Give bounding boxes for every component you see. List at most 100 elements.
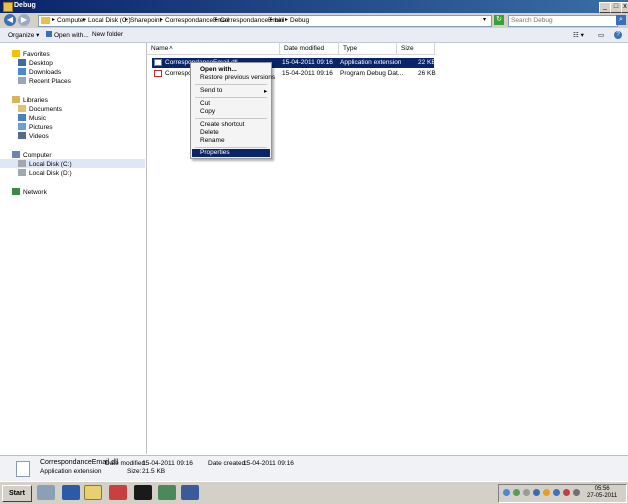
open-with-icon xyxy=(46,31,52,37)
column-size-label: Size xyxy=(401,45,414,52)
menu-item-open-with[interactable]: Open with... xyxy=(192,66,270,74)
menu-item-cut[interactable]: Cut xyxy=(192,100,270,108)
tray-icon[interactable] xyxy=(563,489,570,496)
tray-icon[interactable] xyxy=(503,489,510,496)
details-size-label: Size: xyxy=(127,468,142,475)
documents-icon xyxy=(18,105,26,112)
nav-libraries[interactable]: Libraries xyxy=(12,96,48,104)
search-box[interactable] xyxy=(508,15,618,27)
file-thumbnail-icon xyxy=(16,461,30,477)
dropdown-arrow-icon[interactable]: ▾ xyxy=(483,16,486,23)
folder-icon xyxy=(3,2,13,12)
column-type-label: Type xyxy=(343,45,358,52)
chevron-right-icon: ▸ xyxy=(270,17,274,23)
nav-pictures[interactable]: Pictures xyxy=(18,123,52,131)
file-date: 15-04-2011 09:16 xyxy=(282,59,333,66)
downloads-icon xyxy=(18,68,26,75)
column-header-size[interactable]: Size xyxy=(397,43,435,55)
title-bar: Debug _ □ x xyxy=(0,0,628,13)
menu-item-restore-previous-versions[interactable]: Restore previous versions xyxy=(192,74,275,82)
menu-item-delete[interactable]: Delete xyxy=(192,129,270,137)
chevron-right-icon: ▸ xyxy=(215,17,219,23)
nav-computer[interactable]: Computer xyxy=(12,151,52,159)
nav-favorites[interactable]: Favorites xyxy=(12,50,50,58)
organize-button[interactable]: Organize ▾ xyxy=(8,31,39,39)
menu-separator xyxy=(195,84,267,85)
column-header-type[interactable]: Type xyxy=(339,43,397,55)
command-bar: Organize ▾ Open with... New folder ☷ ▾ ▭… xyxy=(0,28,628,43)
organize-label: Organize xyxy=(8,32,35,39)
breadcrumb-debug[interactable]: Debug xyxy=(290,17,309,24)
powershell-icon[interactable] xyxy=(62,485,80,500)
breadcrumb-sharepoint[interactable]: Sharepoint xyxy=(130,17,161,24)
refresh-button[interactable]: ↻ xyxy=(494,15,504,25)
preview-pane-icon[interactable]: ▭ xyxy=(598,31,604,39)
forward-button[interactable]: ▶ xyxy=(18,14,30,26)
nav-network[interactable]: Network xyxy=(12,188,47,196)
details-pane: CorrespondanceEmail.dll Date modified: 1… xyxy=(0,455,628,482)
back-button[interactable]: ◀ xyxy=(4,14,16,26)
menu-item-properties[interactable]: Properties xyxy=(192,149,270,157)
nav-recent-places[interactable]: Recent Places xyxy=(18,77,71,85)
column-header-name[interactable]: Name ˄ xyxy=(147,43,280,55)
menu-item-label: Delete xyxy=(200,129,219,136)
menu-item-label: Open with... xyxy=(200,66,237,73)
details-date-created-label: Date created: xyxy=(208,460,248,467)
nav-desktop-label: Desktop xyxy=(29,60,53,67)
column-header-date[interactable]: Date modified xyxy=(280,43,339,55)
nav-videos[interactable]: Videos xyxy=(18,132,49,140)
breadcrumb-bin[interactable]: bin xyxy=(275,17,284,24)
nav-local-disk-d[interactable]: Local Disk (D:) xyxy=(18,169,72,177)
tray-icon[interactable] xyxy=(543,489,550,496)
tray-icon[interactable] xyxy=(553,489,560,496)
menu-separator xyxy=(195,147,267,148)
nav-downloads-label: Downloads xyxy=(29,69,62,76)
view-options-icon[interactable]: ☷ ▾ xyxy=(573,31,584,39)
menu-item-rename[interactable]: Rename xyxy=(192,137,270,145)
breadcrumb-computer[interactable]: Computer xyxy=(57,17,86,24)
close-button[interactable]: x xyxy=(621,2,628,13)
menu-item-label: Create shortcut xyxy=(200,121,245,128)
start-button[interactable]: Start xyxy=(2,485,32,502)
videos-icon xyxy=(18,132,26,139)
folder-icon xyxy=(41,17,50,24)
tools-icon[interactable] xyxy=(109,485,127,500)
clock[interactable]: 05:56 27-05-2011 xyxy=(587,486,617,500)
details-date-created: 15-04-2011 09:16 xyxy=(243,460,294,467)
menu-item-label: Restore previous versions xyxy=(200,74,276,81)
nav-music[interactable]: Music xyxy=(18,114,46,122)
command-prompt-icon[interactable] xyxy=(134,485,152,500)
nav-documents[interactable]: Documents xyxy=(18,105,62,113)
nav-downloads[interactable]: Downloads xyxy=(18,68,61,76)
context-menu: Open with... Restore previous versions S… xyxy=(190,62,275,159)
sort-up-icon: ˄ xyxy=(169,45,173,52)
details-date-modified: 15-04-2011 09:16 xyxy=(142,460,193,467)
tray-icon[interactable] xyxy=(523,489,530,496)
nav-local-disk-c[interactable]: Local Disk (C:) xyxy=(0,159,145,168)
server-manager-icon[interactable] xyxy=(37,485,55,500)
address-bar[interactable]: ▸ Computer ▸ Local Disk (C:) ▸ Sharepoin… xyxy=(38,15,492,27)
nav-pictures-label: Pictures xyxy=(29,124,53,131)
search-icon[interactable]: ⌕ xyxy=(616,15,626,25)
visual-studio-icon[interactable] xyxy=(181,485,199,500)
nav-libraries-label: Libraries xyxy=(23,97,48,104)
address-row: ◀ ▶ ▸ Computer ▸ Local Disk (C:) ▸ Share… xyxy=(0,13,628,28)
help-icon[interactable]: ? xyxy=(614,31,622,39)
tray-icon[interactable] xyxy=(513,489,520,496)
star-icon xyxy=(12,50,20,57)
menu-item-copy[interactable]: Copy xyxy=(192,108,270,116)
search-input[interactable] xyxy=(509,16,613,25)
open-with-button[interactable]: Open with... xyxy=(46,31,89,39)
file-date: 15-04-2011 09:16 xyxy=(282,70,333,77)
nav-desktop[interactable]: Desktop xyxy=(18,59,53,67)
open-with-label: Open with... xyxy=(54,32,89,39)
application-icon[interactable] xyxy=(158,485,176,500)
new-folder-button[interactable]: New folder xyxy=(92,31,123,38)
menu-item-create-shortcut[interactable]: Create shortcut xyxy=(192,121,270,129)
tray-icon[interactable] xyxy=(533,489,540,496)
computer-icon xyxy=(12,151,20,158)
volume-icon[interactable] xyxy=(573,489,580,496)
file-size: 22 KB xyxy=(418,59,436,66)
explorer-icon[interactable] xyxy=(84,485,102,500)
menu-item-send-to[interactable]: Send to ▸ xyxy=(192,87,270,95)
